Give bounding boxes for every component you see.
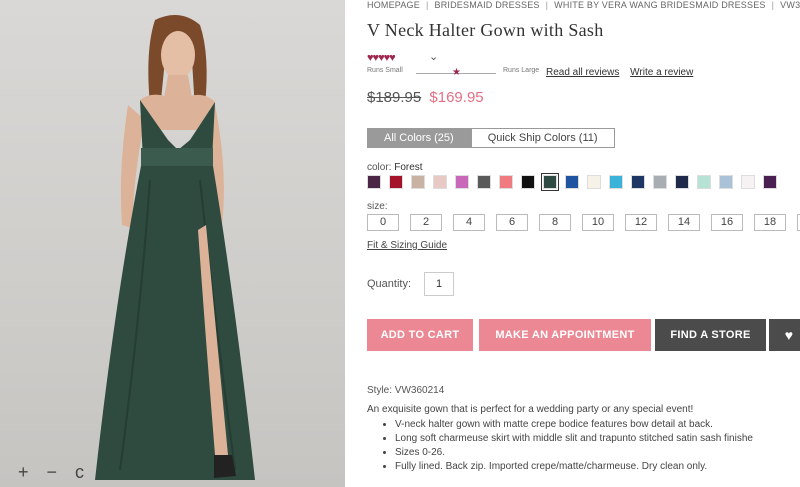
size-option[interactable]: 18 (754, 214, 786, 231)
add-to-cart-button[interactable]: ADD TO CART (367, 319, 473, 351)
sale-price: $169.95 (429, 89, 484, 106)
size-option[interactable]: 12 (625, 214, 657, 231)
breadcrumb: HOMEPAGE | BRIDESMAID DRESSES | WHITE BY VER… (367, 0, 800, 10)
zoom-controls: + − c (18, 462, 84, 483)
fit-large-label: Runs Large (503, 67, 540, 74)
breadcrumb-bridesmaid[interactable]: BRIDESMAID DRESSES (435, 0, 540, 10)
style-number: Style: VW360214 (367, 385, 445, 396)
selected-color-name: Forest (394, 162, 423, 173)
tab-quick-ship-colors[interactable]: Quick Ship Colors (11) (470, 128, 615, 148)
zoom-in-icon[interactable]: + (18, 462, 29, 483)
product-title: V Neck Halter Gown with Sash (367, 20, 604, 40)
size-option[interactable]: 16 (711, 214, 743, 231)
size-option[interactable]: 8 (539, 214, 571, 231)
detail-item: Long soft charmeuse skirt with middle sl… (395, 432, 753, 446)
size-option[interactable]: 10 (582, 214, 614, 231)
color-swatch[interactable] (367, 175, 381, 189)
read-reviews-link[interactable]: Read all reviews (546, 67, 619, 78)
size-option[interactable]: 6 (496, 214, 528, 231)
zoom-reset-icon[interactable]: c (75, 462, 84, 483)
size-option[interactable]: 4 (453, 214, 485, 231)
find-store-button[interactable]: FIND A STORE (655, 319, 766, 351)
color-swatch[interactable] (609, 175, 623, 189)
color-swatch[interactable] (455, 175, 469, 189)
color-swatch[interactable] (675, 175, 689, 189)
product-image[interactable]: + − c (0, 0, 345, 487)
detail-item: Sizes 0-26. (395, 446, 753, 460)
size-option[interactable]: 0 (367, 214, 399, 231)
original-price: $189.95 (367, 89, 422, 106)
size-option[interactable]: 2 (410, 214, 442, 231)
rating-hearts-icon: ♥♥♥♥♥ (367, 52, 396, 64)
color-swatch[interactable] (587, 175, 601, 189)
color-swatch[interactable] (631, 175, 645, 189)
favorite-heart-icon[interactable]: ♥ (769, 319, 800, 351)
product-description: An exquisite gown that is perfect for a … (367, 404, 694, 415)
breadcrumb-white-by-vera-wang[interactable]: WHITE BY VERA WANG BRIDESMAID DRESSES (554, 0, 765, 10)
review-links: Read all reviews Write a review (546, 67, 701, 78)
color-swatch[interactable] (763, 175, 777, 189)
detail-item: V-neck halter gown with matte crepe bodi… (395, 418, 753, 432)
color-swatch[interactable] (741, 175, 755, 189)
detail-item: Fully lined. Back zip. Imported crepe/ma… (395, 460, 753, 474)
price: $189.95 $169.95 (367, 89, 484, 106)
color-swatch[interactable] (653, 175, 667, 189)
quantity-label: Quantity: (367, 278, 412, 290)
color-tabs: All Colors (25) Quick Ship Colors (11) (367, 128, 615, 148)
fit-sizing-guide-link[interactable]: Fit & Sizing Guide (367, 240, 447, 251)
color-swatch[interactable] (541, 173, 559, 191)
fit-small-label: Runs Small (367, 67, 403, 74)
breadcrumb-home[interactable]: HOMEPAGE (367, 0, 420, 10)
fit-marker-icon: ★ (452, 67, 461, 78)
color-swatch[interactable] (389, 175, 403, 189)
color-swatches (367, 173, 777, 191)
rating-dropdown-chevron-icon[interactable]: ⌄ (429, 50, 438, 63)
color-swatch[interactable] (719, 175, 733, 189)
zoom-out-icon[interactable]: − (47, 462, 58, 483)
color-swatch[interactable] (521, 175, 535, 189)
make-appointment-button[interactable]: MAKE AN APPOINTMENT (479, 319, 651, 351)
tab-all-colors[interactable]: All Colors (25) (367, 128, 471, 148)
size-label: size: (367, 201, 388, 212)
size-option[interactable]: 14 (668, 214, 700, 231)
color-swatch[interactable] (433, 175, 447, 189)
color-swatch[interactable] (477, 175, 491, 189)
quantity-input[interactable]: 1 (424, 272, 454, 296)
size-options: 02468101214161820 (367, 214, 800, 231)
product-details-list: V-neck halter gown with matte crepe bodi… (367, 418, 753, 474)
color-label: color: Forest (367, 162, 423, 173)
write-review-link[interactable]: Write a review (630, 67, 693, 78)
color-swatch[interactable] (499, 175, 513, 189)
breadcrumb-current: VW360214 (780, 0, 800, 10)
color-swatch[interactable] (565, 175, 579, 189)
color-swatch[interactable] (411, 175, 425, 189)
color-swatch[interactable] (697, 175, 711, 189)
